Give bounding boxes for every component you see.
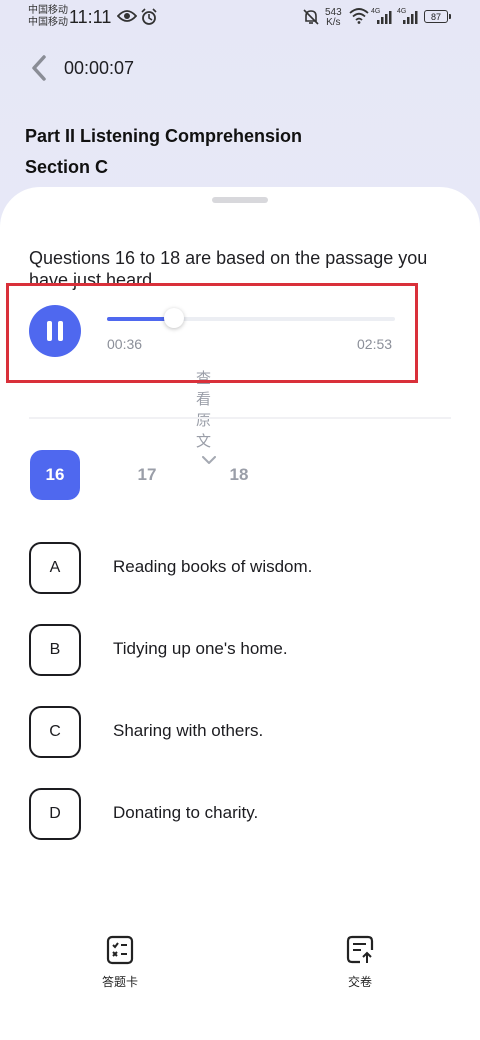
carrier-1: 中国移动	[28, 5, 68, 16]
divider	[29, 417, 451, 419]
option-letter: A	[29, 542, 81, 594]
question-tab-18[interactable]: 18	[214, 450, 264, 500]
back-button[interactable]	[26, 52, 54, 84]
svg-text:4G: 4G	[397, 8, 406, 15]
annotation-highlight-box	[6, 283, 418, 383]
section-title: Section C	[25, 157, 109, 177]
option-b[interactable]: B Tidying up one's home.	[29, 624, 449, 676]
carrier-info: 中国移动 中国移动	[28, 5, 68, 29]
eye-icon	[116, 8, 138, 29]
submit-button[interactable]: 交卷	[320, 935, 400, 999]
cell-signal-icon-1: 4G	[371, 6, 393, 31]
submit-document-icon	[320, 935, 400, 965]
status-bar: 中国移动 中国移动 11:11 543 K/s 4G 4G 87	[0, 0, 480, 36]
option-text: Donating to charity.	[113, 803, 259, 822]
question-tab-17[interactable]: 17	[122, 450, 172, 500]
answer-sheet-label: 答题卡	[101, 975, 138, 989]
mute-bell-icon	[302, 8, 320, 31]
checklist-icon	[80, 935, 160, 965]
submit-label: 交卷	[347, 975, 372, 989]
status-time: 11:11	[69, 7, 112, 27]
option-d[interactable]: D Donating to charity.	[29, 788, 449, 840]
option-c[interactable]: C Sharing with others.	[29, 706, 449, 758]
battery-indicator: 87	[424, 10, 451, 23]
part-title: Part II Listening Comprehension	[25, 126, 303, 146]
wifi-icon	[349, 8, 369, 29]
drag-handle[interactable]	[212, 197, 268, 203]
option-text: Sharing with others.	[113, 721, 264, 740]
option-text: Tidying up one's home.	[113, 639, 288, 658]
option-letter: D	[29, 788, 81, 840]
chevron-left-icon	[26, 55, 54, 88]
elapsed-timer: 00:00:07	[64, 58, 135, 78]
option-a[interactable]: A Reading books of wisdom.	[29, 542, 449, 594]
network-speed: 543 K/s	[325, 7, 342, 28]
answer-sheet-button[interactable]: 答题卡	[80, 935, 160, 999]
option-letter: C	[29, 706, 81, 758]
question-tab-16[interactable]: 16	[30, 450, 80, 500]
option-letter: B	[29, 624, 81, 676]
alarm-icon	[140, 8, 158, 31]
cell-signal-icon-2: 4G	[397, 6, 419, 31]
carrier-2: 中国移动	[28, 17, 68, 28]
option-text: Reading books of wisdom.	[113, 557, 313, 576]
svg-text:4G: 4G	[371, 8, 380, 15]
